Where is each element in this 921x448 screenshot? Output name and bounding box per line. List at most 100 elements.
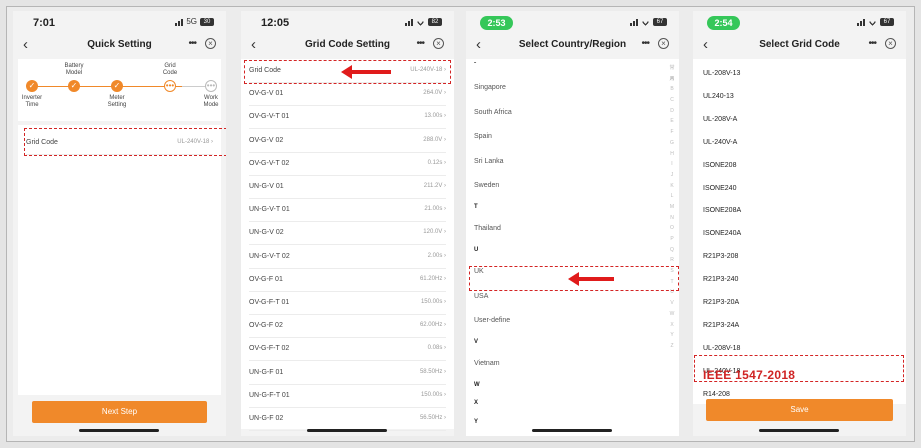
- close-icon[interactable]: ×: [658, 38, 669, 49]
- grid-code-item[interactable]: ISONE208A: [703, 200, 896, 223]
- more-icon[interactable]: •••: [416, 38, 424, 49]
- grid-code-item[interactable]: R21P3-240: [703, 269, 896, 292]
- chevron-right-icon: ›: [442, 275, 446, 282]
- section-header: X: [474, 400, 479, 406]
- index-letter[interactable]: B: [668, 84, 676, 95]
- chevron-right-icon: ›: [442, 136, 446, 143]
- index-letter[interactable]: M: [668, 202, 676, 213]
- parameter-row[interactable]: UN-G-V 01 211.2V ›: [249, 175, 446, 199]
- grid-code-label: UL240-13: [703, 92, 734, 100]
- grid-code-item[interactable]: ISONE240: [703, 178, 896, 201]
- close-icon[interactable]: ×: [433, 38, 444, 49]
- status-bar: 2:54 67: [693, 11, 906, 33]
- home-indicator: [759, 429, 839, 432]
- index-letter[interactable]: 常用: [668, 63, 676, 82]
- row-label: OV-G-V 02: [249, 136, 284, 144]
- parameter-row[interactable]: UN-G-V-T 01 21.00s ›: [249, 198, 446, 223]
- index-letter[interactable]: J: [668, 170, 676, 181]
- grid-code-label: UL-240V-A: [703, 138, 738, 146]
- index-letter[interactable]: I: [668, 159, 676, 170]
- index-letter[interactable]: E: [668, 116, 676, 127]
- row-value: 211.2V ›: [423, 183, 446, 189]
- close-icon[interactable]: ×: [205, 38, 216, 49]
- more-icon[interactable]: •••: [868, 38, 876, 49]
- grid-code-item[interactable]: R21P3-24A: [703, 315, 896, 338]
- more-icon[interactable]: •••: [188, 38, 196, 49]
- parameter-row[interactable]: OV-G-V 02 288.0V ›: [249, 129, 446, 153]
- index-letter[interactable]: Z: [668, 341, 676, 352]
- signal-icon: [857, 18, 865, 26]
- country-label: Vietnam: [474, 360, 500, 367]
- parameter-row[interactable]: UN-G-V-T 02 2.00s ›: [249, 245, 446, 269]
- parameter-row[interactable]: OV-G-F 02 62.00Hz ›: [249, 314, 446, 339]
- grid-code-item[interactable]: UL-240V-A: [703, 132, 896, 155]
- index-letter[interactable]: V: [668, 298, 676, 309]
- index-letter[interactable]: F: [668, 127, 676, 138]
- next-step-button[interactable]: Next Step: [32, 401, 207, 423]
- close-icon[interactable]: ×: [885, 38, 896, 49]
- index-letter[interactable]: G: [668, 138, 676, 149]
- section-header: V: [474, 338, 479, 345]
- index-letter[interactable]: R: [668, 255, 676, 266]
- chevron-right-icon: ›: [442, 206, 446, 213]
- index-letter[interactable]: O: [668, 223, 676, 234]
- row-label: UN-G-F 02: [249, 415, 284, 422]
- index-letter[interactable]: W: [668, 309, 676, 320]
- index-letter[interactable]: P: [668, 234, 676, 245]
- index-letter[interactable]: C: [668, 95, 676, 106]
- highlight-box: [694, 355, 904, 382]
- index-letter[interactable]: N: [668, 213, 676, 224]
- country-item[interactable]: Sweden: [474, 175, 663, 197]
- country-item[interactable]: Thailand: [474, 218, 663, 240]
- parameter-row[interactable]: OV-G-V-T 01 13.00s ›: [249, 105, 446, 130]
- more-icon[interactable]: •••: [641, 38, 649, 49]
- country-item[interactable]: Sri Lanka: [474, 151, 663, 173]
- grid-code-label: R21P3-240: [703, 276, 739, 284]
- index-letter[interactable]: L: [668, 191, 676, 202]
- grid-code-item[interactable]: ISONE240A: [703, 223, 896, 246]
- alphabet-index[interactable]: 常用 A B C D E F G H I J K L M N O P Q R S T U V W X Y Z: [668, 63, 676, 352]
- grid-code-item[interactable]: ISONE208: [703, 155, 896, 178]
- row-label: UN-G-V-T 01: [249, 206, 290, 214]
- chevron-right-icon: ›: [442, 391, 446, 398]
- parameter-row[interactable]: OV-G-F-T 01 150.00s ›: [249, 291, 446, 315]
- settings-card: Grid Code UL-240V-18 ›: [18, 125, 221, 395]
- grid-code-item[interactable]: UL240-13: [703, 86, 896, 109]
- country-item[interactable]: Spain: [474, 126, 663, 148]
- country-item[interactable]: South Africa: [474, 102, 663, 124]
- index-letter[interactable]: D: [668, 106, 676, 117]
- grid-code-item[interactable]: R21P3-20A: [703, 292, 896, 315]
- section-header: U: [474, 246, 479, 253]
- parameter-row[interactable]: UN-G-V 02 120.0V ›: [249, 221, 446, 246]
- country-label: User-define: [474, 317, 511, 324]
- wifi-icon: [416, 17, 425, 26]
- row-label: OV-G-F 02: [249, 322, 283, 330]
- row-value: 0.12s ›: [427, 159, 446, 166]
- grid-code-label: UL-208V-18: [703, 344, 741, 352]
- signal-icon: [630, 18, 638, 26]
- grid-code-item[interactable]: R21P3-208: [703, 246, 896, 269]
- parameter-row[interactable]: OV-G-F-T 02 0.08s ›: [249, 337, 446, 362]
- section-header: T: [474, 203, 478, 210]
- index-letter[interactable]: Q: [668, 245, 676, 256]
- row-label: OV-G-F 01: [249, 275, 283, 283]
- index-letter[interactable]: Y: [668, 330, 676, 341]
- grid-code-label: R21P3-24A: [703, 321, 740, 329]
- parameter-row[interactable]: OV-G-F 01 61.20Hz ›: [249, 268, 446, 292]
- index-letter[interactable]: K: [668, 181, 676, 192]
- parameter-row[interactable]: UN-G-F 01 58.50Hz ›: [249, 361, 446, 385]
- index-letter[interactable]: X: [668, 320, 676, 331]
- battery-icon: 67: [653, 17, 667, 26]
- index-letter[interactable]: H: [668, 149, 676, 160]
- grid-code-item[interactable]: UL-208V-13: [703, 63, 896, 86]
- country-item[interactable]: Vietnam: [474, 353, 663, 375]
- save-button[interactable]: Save: [706, 399, 893, 421]
- parameter-row[interactable]: OV-G-V 01 264.0V ›: [249, 82, 446, 107]
- grid-code-item[interactable]: UL-208V-A: [703, 109, 896, 132]
- parameter-row[interactable]: OV-G-V-T 02 0.12s ›: [249, 152, 446, 176]
- country-item[interactable]: Singapore: [474, 77, 663, 99]
- parameter-row[interactable]: UN-G-F-T 01 150.00s ›: [249, 384, 446, 408]
- parameter-row[interactable]: UN-G-F 02 56.50Hz ›: [249, 407, 446, 431]
- grid-code-label: ISONE208: [703, 161, 737, 169]
- country-item[interactable]: User-define: [474, 310, 663, 332]
